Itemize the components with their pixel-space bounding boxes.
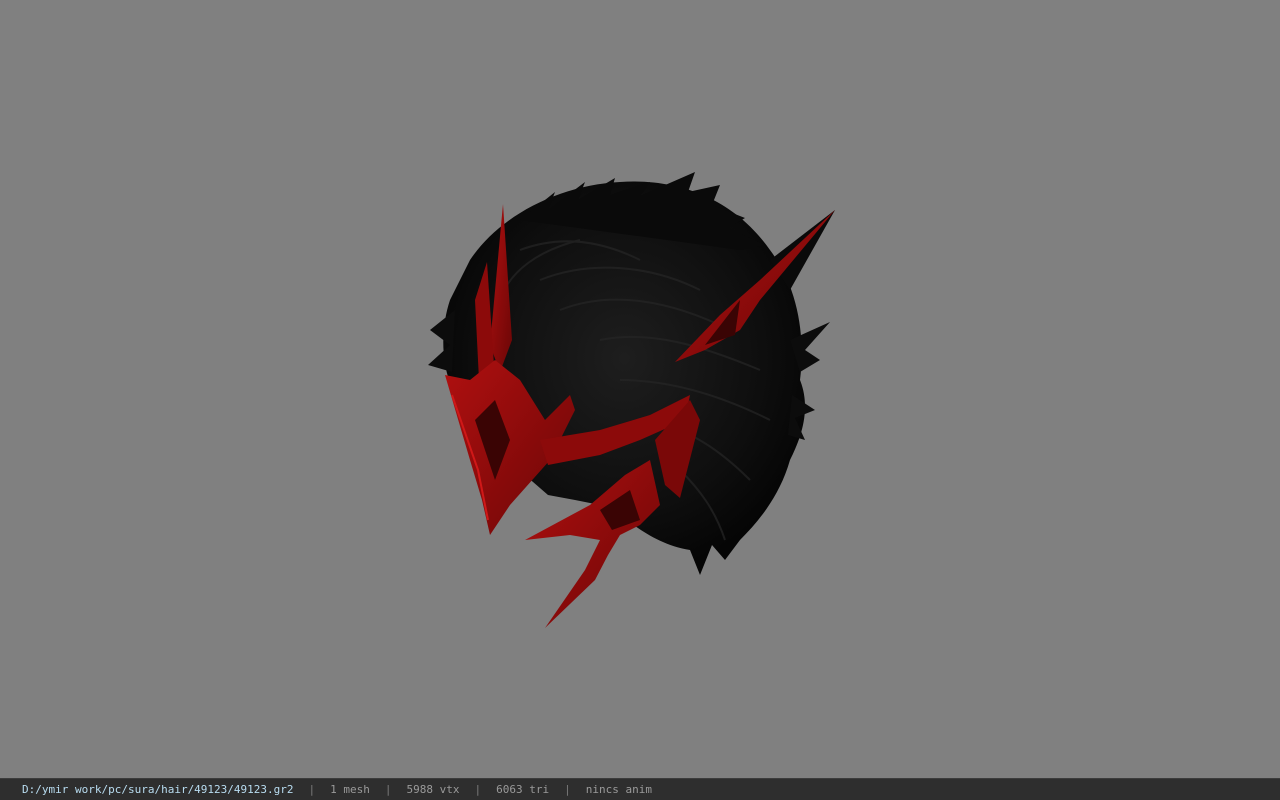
3d-viewport[interactable] bbox=[0, 0, 1280, 778]
status-separator: | bbox=[564, 783, 571, 796]
triangle-count-label: 6063 tri bbox=[496, 783, 550, 796]
animation-status-label: nincs anim bbox=[585, 783, 652, 796]
status-separator: | bbox=[384, 783, 392, 796]
status-bar: D:/ymir work/pc/sura/hair/49123/49123.gr… bbox=[0, 778, 1280, 800]
vertex-count-label: 5988 vtx bbox=[406, 783, 460, 796]
model-render[interactable] bbox=[0, 0, 1280, 778]
mesh-count-label: 1 mesh bbox=[330, 783, 370, 796]
status-separator: | bbox=[474, 783, 482, 796]
status-separator: | bbox=[308, 783, 316, 796]
file-path-label: D:/ymir work/pc/sura/hair/49123/49123.gr… bbox=[22, 783, 294, 796]
